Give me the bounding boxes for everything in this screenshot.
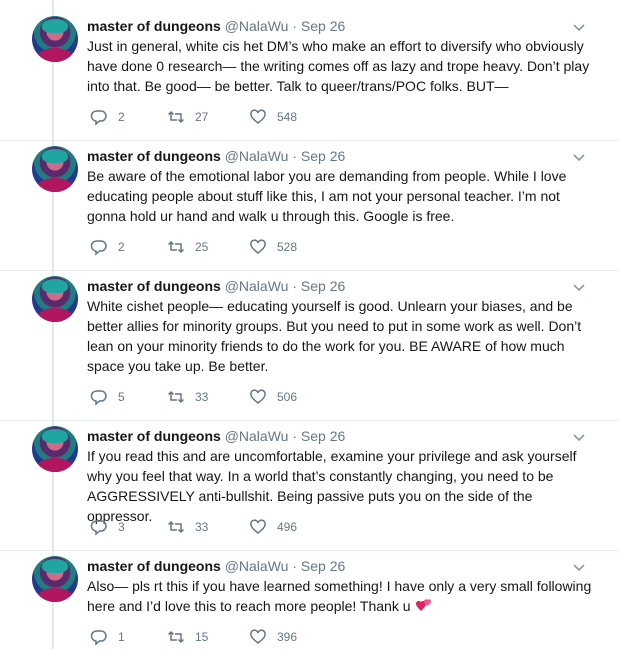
tweet-text: Be aware of the emotional labor you are … — [87, 168, 567, 224]
retweet-count: 33 — [195, 390, 209, 404]
like-button[interactable]: 548 — [249, 108, 297, 126]
author-name[interactable]: master of dungeons — [87, 148, 221, 164]
tweet-header: master of dungeons @NalaWu · Sep 26 — [87, 278, 345, 294]
like-count: 496 — [277, 520, 298, 534]
chevron-down-icon[interactable] — [572, 20, 586, 34]
avatar[interactable] — [32, 146, 78, 192]
tweet-actions: 1 15 396 — [87, 628, 387, 646]
retweet-count: 25 — [195, 240, 209, 254]
avatar[interactable] — [32, 426, 78, 472]
reply-icon — [90, 240, 107, 256]
like-count: 548 — [277, 110, 298, 124]
heart-icon — [250, 519, 266, 534]
divider — [0, 420, 619, 421]
tweet-text: White cishet people— educating yourself … — [87, 298, 582, 374]
heart-icon — [250, 389, 266, 404]
reply-count: 3 — [118, 520, 125, 534]
tweet-date[interactable]: Sep 26 — [301, 278, 345, 294]
tweet-header: master of dungeons @NalaWu · Sep 26 — [87, 428, 345, 444]
reply-count: 5 — [118, 390, 125, 404]
tweet-date[interactable]: Sep 26 — [301, 18, 345, 34]
avatar[interactable] — [32, 556, 78, 602]
retweet-button[interactable]: 33 — [167, 388, 208, 406]
tweet-actions: 5 33 506 — [87, 388, 387, 406]
author-handle[interactable]: @NalaWu — [225, 148, 289, 164]
retweet-button[interactable]: 15 — [167, 628, 208, 646]
tweet-date[interactable]: Sep 26 — [301, 428, 345, 444]
like-button[interactable]: 396 — [249, 628, 297, 646]
divider — [0, 550, 619, 551]
like-button[interactable]: 528 — [249, 238, 297, 256]
tweet-header: master of dungeons @NalaWu · Sep 26 — [87, 148, 345, 164]
retweet-icon — [167, 630, 185, 644]
tweet-text-content: Also— pls rt this if you have learned so… — [87, 578, 592, 614]
retweet-count: 27 — [195, 110, 209, 124]
like-count: 396 — [277, 630, 298, 644]
reply-icon — [90, 110, 107, 126]
two-hearts-emoji-icon — [415, 597, 433, 618]
author-handle[interactable]: @NalaWu — [225, 428, 289, 444]
reply-icon — [90, 630, 107, 646]
like-count: 528 — [277, 240, 298, 254]
tweet-actions: 2 25 528 — [87, 238, 387, 256]
retweet-button[interactable]: 27 — [167, 108, 208, 126]
tweet-actions: 3 33 496 — [87, 518, 387, 536]
tweet-text: If you read this and are uncomfortable, … — [87, 448, 577, 524]
like-button[interactable]: 506 — [249, 388, 297, 406]
separator-dot: · — [292, 278, 298, 294]
reply-icon — [90, 520, 107, 536]
retweet-button[interactable]: 25 — [167, 238, 208, 256]
tweet-text: Also— pls rt this if you have learned so… — [87, 576, 597, 618]
heart-icon — [250, 239, 266, 254]
retweet-button[interactable]: 33 — [167, 518, 208, 536]
author-name[interactable]: master of dungeons — [87, 428, 221, 444]
reply-button[interactable]: 1 — [90, 628, 125, 646]
tweet-header: master of dungeons @NalaWu · Sep 26 — [87, 558, 345, 574]
author-name[interactable]: master of dungeons — [87, 278, 221, 294]
divider — [0, 270, 619, 271]
retweet-icon — [167, 240, 185, 254]
separator-dot: · — [292, 428, 298, 444]
tweet-text: Just in general, white cis het DM’s who … — [87, 38, 590, 94]
reply-icon — [90, 390, 107, 406]
tweet-date[interactable]: Sep 26 — [301, 148, 345, 164]
reply-button[interactable]: 3 — [90, 518, 125, 536]
reply-button[interactable]: 5 — [90, 388, 125, 406]
heart-icon — [250, 109, 266, 124]
retweet-icon — [167, 520, 185, 534]
heart-icon — [250, 629, 266, 644]
chevron-down-icon[interactable] — [572, 150, 586, 164]
author-handle[interactable]: @NalaWu — [225, 18, 289, 34]
reply-count: 2 — [118, 240, 125, 254]
author-handle[interactable]: @NalaWu — [225, 558, 289, 574]
separator-dot: · — [292, 18, 298, 34]
separator-dot: · — [292, 148, 298, 164]
chevron-down-icon[interactable] — [572, 280, 586, 294]
author-name[interactable]: master of dungeons — [87, 18, 221, 34]
reply-count: 2 — [118, 110, 125, 124]
like-count: 506 — [277, 390, 298, 404]
reply-button[interactable]: 2 — [90, 238, 125, 256]
divider — [0, 140, 619, 141]
tweet-header: master of dungeons @NalaWu · Sep 26 — [87, 18, 345, 34]
author-name[interactable]: master of dungeons — [87, 558, 221, 574]
retweet-icon — [167, 110, 185, 124]
avatar[interactable] — [32, 276, 78, 322]
tweet-actions: 2 27 548 — [87, 108, 387, 126]
retweet-count: 15 — [195, 630, 209, 644]
author-handle[interactable]: @NalaWu — [225, 278, 289, 294]
retweet-count: 33 — [195, 520, 209, 534]
reply-count: 1 — [118, 630, 125, 644]
reply-button[interactable]: 2 — [90, 108, 125, 126]
avatar[interactable] — [32, 16, 78, 62]
separator-dot: · — [292, 558, 298, 574]
chevron-down-icon[interactable] — [572, 430, 586, 444]
retweet-icon — [167, 390, 185, 404]
like-button[interactable]: 496 — [249, 518, 297, 536]
chevron-down-icon[interactable] — [572, 560, 586, 574]
tweet-date[interactable]: Sep 26 — [301, 558, 345, 574]
thread-connector-line — [52, 0, 54, 649]
